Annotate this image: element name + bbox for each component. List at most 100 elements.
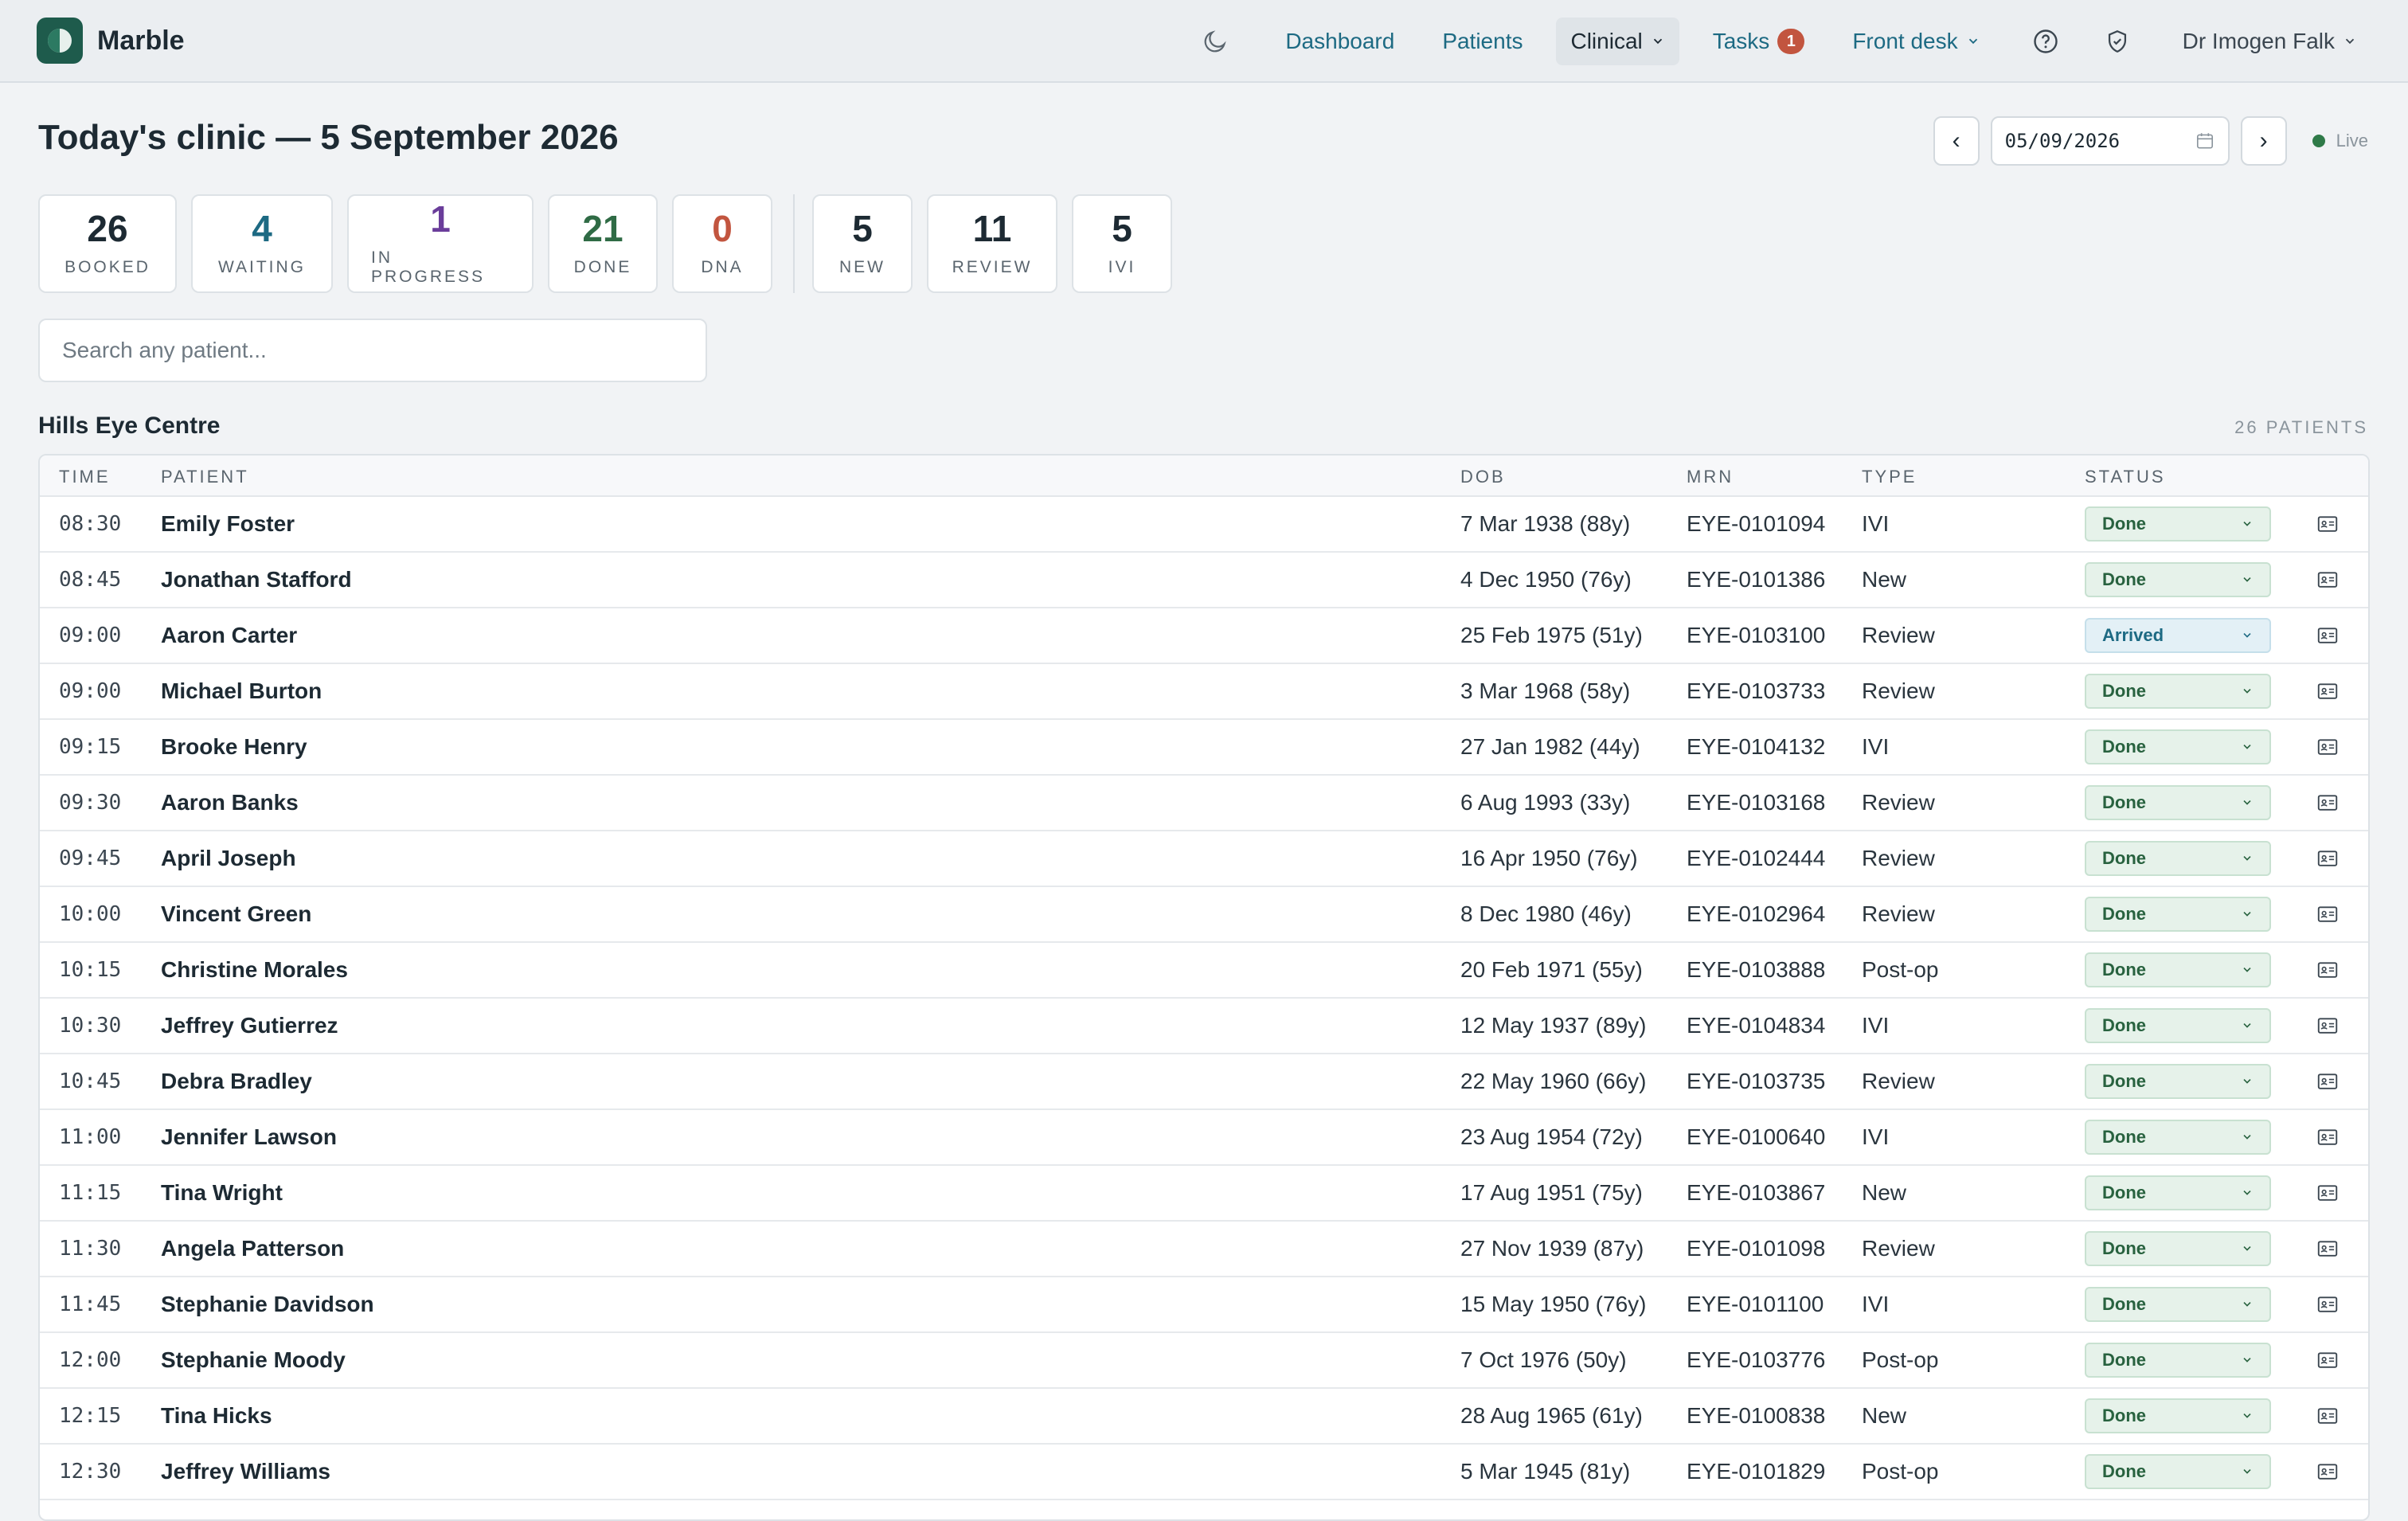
status-select[interactable]: Done — [2085, 841, 2271, 876]
id-card-icon[interactable] — [2316, 902, 2340, 926]
patient-name[interactable]: Emily Foster — [161, 497, 295, 551]
column-header-dob[interactable]: DOB — [1460, 467, 1506, 487]
patient-name[interactable]: Stephanie Davidson — [161, 1277, 374, 1331]
id-card-icon[interactable] — [2316, 847, 2340, 870]
table-row[interactable]: 10:15 Christine Morales 20 Feb 1971 (55y… — [40, 943, 2368, 999]
patient-name[interactable]: Brooke Henry — [161, 720, 307, 774]
column-header-patient[interactable]: PATIENT — [161, 467, 249, 487]
table-row[interactable]: 11:15 Tina Wright 17 Aug 1951 (75y) EYE-… — [40, 1166, 2368, 1222]
table-row[interactable]: 12:30 Jeffrey Williams 5 Mar 1945 (81y) … — [40, 1445, 2368, 1500]
table-row[interactable]: 12:15 Tina Hicks 28 Aug 1965 (61y) EYE-0… — [40, 1389, 2368, 1445]
patient-name[interactable]: Christine Morales — [161, 943, 348, 997]
shield-check-icon[interactable] — [2101, 25, 2133, 57]
column-header-type[interactable]: TYPE — [1862, 467, 1917, 487]
id-card-icon[interactable] — [2316, 1348, 2340, 1372]
patient-name[interactable]: Jeffrey Gutierrez — [161, 999, 338, 1053]
table-row[interactable]: 11:00 Jennifer Lawson 23 Aug 1954 (72y) … — [40, 1110, 2368, 1166]
table-row[interactable]: 09:00 Aaron Carter 25 Feb 1975 (51y) EYE… — [40, 608, 2368, 664]
patient-name[interactable]: Michael Burton — [161, 664, 322, 718]
table-row[interactable]: 08:30 Emily Foster 7 Mar 1938 (88y) EYE-… — [40, 497, 2368, 553]
column-header-status[interactable]: STATUS — [2085, 467, 2166, 487]
stat-new[interactable]: 5 NEW — [812, 194, 913, 293]
table-row[interactable]: 08:45 Jonathan Stafford 4 Dec 1950 (76y)… — [40, 553, 2368, 608]
status-select[interactable]: Done — [2085, 674, 2271, 709]
status-select[interactable]: Done — [2085, 952, 2271, 987]
status-select[interactable]: Done — [2085, 506, 2271, 542]
status-select[interactable]: Done — [2085, 1120, 2271, 1155]
patient-name[interactable]: April Joseph — [161, 831, 296, 886]
table-row[interactable]: 09:30 Aaron Banks 6 Aug 1993 (33y) EYE-0… — [40, 776, 2368, 831]
id-card-icon[interactable] — [2316, 1237, 2340, 1261]
patient-name[interactable]: Tina Hicks — [161, 1389, 272, 1443]
id-card-icon[interactable] — [2316, 1404, 2340, 1428]
id-card-icon[interactable] — [2316, 624, 2340, 647]
stat-review[interactable]: 11 REVIEW — [927, 194, 1057, 293]
status-select[interactable]: Done — [2085, 897, 2271, 932]
date-picker-input[interactable]: 05/09/2026 — [1990, 116, 2230, 166]
id-card-icon[interactable] — [2316, 568, 2340, 592]
stat-waiting[interactable]: 4 WAITING — [191, 194, 333, 293]
patient-search-input[interactable] — [38, 319, 707, 382]
stat-booked[interactable]: 26 BOOKED — [38, 194, 177, 293]
id-card-icon[interactable] — [2316, 512, 2340, 536]
status-select[interactable]: Done — [2085, 785, 2271, 820]
table-row[interactable]: 09:00 Michael Burton 3 Mar 1968 (58y) EY… — [40, 664, 2368, 720]
status-select[interactable]: Done — [2085, 1287, 2271, 1322]
status-select[interactable]: Done — [2085, 1398, 2271, 1433]
nav-front-desk[interactable]: Front desk — [1838, 18, 1994, 65]
status-select[interactable]: Done — [2085, 1343, 2271, 1378]
status-select[interactable]: Done — [2085, 1175, 2271, 1210]
patient-name[interactable]: Aaron Banks — [161, 776, 299, 830]
table-row[interactable]: 10:00 Vincent Green 8 Dec 1980 (46y) EYE… — [40, 887, 2368, 943]
nav-clinical[interactable]: Clinical — [1556, 18, 1679, 65]
table-row[interactable]: 10:30 Jeffrey Gutierrez 12 May 1937 (89y… — [40, 999, 2368, 1054]
id-card-icon[interactable] — [2316, 1292, 2340, 1316]
moon-icon[interactable] — [1199, 25, 1231, 57]
status-select[interactable]: Done — [2085, 729, 2271, 764]
patient-name[interactable]: Vincent Green — [161, 887, 311, 941]
table-row[interactable]: 09:15 Brooke Henry 27 Jan 1982 (44y) EYE… — [40, 720, 2368, 776]
column-header-time[interactable]: TIME — [59, 467, 111, 487]
id-card-icon[interactable] — [2316, 1181, 2340, 1205]
id-card-icon[interactable] — [2316, 735, 2340, 759]
help-circle-icon[interactable] — [2030, 25, 2062, 57]
previous-day-button[interactable]: ‹ — [1933, 116, 1980, 166]
id-card-icon[interactable] — [2316, 1014, 2340, 1038]
id-card-icon[interactable] — [2316, 679, 2340, 703]
patient-name[interactable]: Jennifer Lawson — [161, 1110, 337, 1164]
user-menu[interactable]: Dr Imogen Falk — [2173, 29, 2360, 54]
table-row[interactable]: 11:30 Angela Patterson 27 Nov 1939 (87y)… — [40, 1222, 2368, 1277]
patient-name[interactable]: Debra Bradley — [161, 1054, 312, 1108]
id-card-icon[interactable] — [2316, 1125, 2340, 1149]
status-select[interactable]: Done — [2085, 1454, 2271, 1489]
next-day-button[interactable]: › — [2240, 116, 2287, 166]
status-select[interactable]: Done — [2085, 1231, 2271, 1266]
patient-name[interactable]: Angela Patterson — [161, 1222, 344, 1276]
patient-name[interactable]: Jeffrey Williams — [161, 1445, 330, 1499]
column-header-mrn[interactable]: MRN — [1687, 467, 1734, 487]
nav-dashboard[interactable]: Dashboard — [1271, 18, 1409, 65]
status-select[interactable]: Done — [2085, 1064, 2271, 1099]
patient-name[interactable]: Aaron Carter — [161, 608, 297, 663]
patient-name[interactable]: Tina Wright — [161, 1166, 283, 1220]
id-card-icon[interactable] — [2316, 1069, 2340, 1093]
table-row[interactable]: 11:45 Stephanie Davidson 15 May 1950 (76… — [40, 1277, 2368, 1333]
nav-patients[interactable]: Patients — [1428, 18, 1537, 65]
table-row[interactable]: 12:00 Stephanie Moody 7 Oct 1976 (50y) E… — [40, 1333, 2368, 1389]
stat-in-progress[interactable]: 1 IN PROGRESS — [347, 194, 534, 293]
nav-tasks[interactable]: Tasks 1 — [1698, 18, 1820, 65]
stat-done[interactable]: 21 DONE — [548, 194, 658, 293]
id-card-icon[interactable] — [2316, 791, 2340, 815]
table-row[interactable]: 09:45 April Joseph 16 Apr 1950 (76y) EYE… — [40, 831, 2368, 887]
stat-ivi[interactable]: 5 IVI — [1072, 194, 1172, 293]
stat-dna[interactable]: 0 DNA — [672, 194, 772, 293]
table-row[interactable]: 10:45 Debra Bradley 22 May 1960 (66y) EY… — [40, 1054, 2368, 1110]
status-select[interactable]: Arrived — [2085, 618, 2271, 653]
id-card-icon[interactable] — [2316, 1460, 2340, 1484]
status-select[interactable]: Done — [2085, 562, 2271, 597]
status-select[interactable]: Done — [2085, 1008, 2271, 1043]
brand[interactable]: Marble — [37, 18, 185, 64]
patient-name[interactable]: Stephanie Moody — [161, 1333, 346, 1387]
patient-name[interactable]: Jonathan Stafford — [161, 553, 352, 607]
id-card-icon[interactable] — [2316, 958, 2340, 982]
